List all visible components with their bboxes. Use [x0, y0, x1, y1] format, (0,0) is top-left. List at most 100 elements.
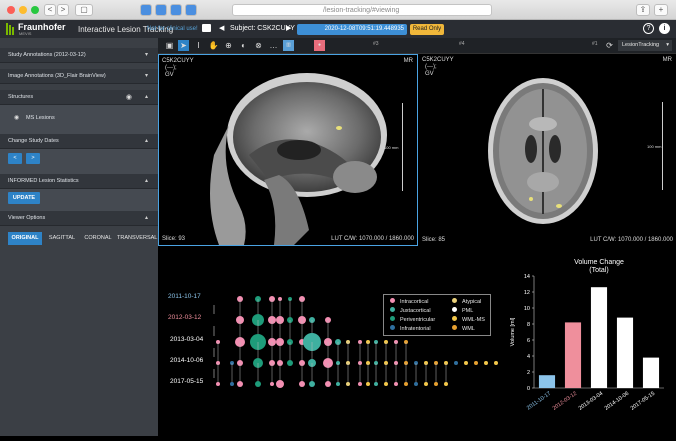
lesion-node[interactable] [474, 361, 478, 365]
lesion-node[interactable] [325, 381, 331, 387]
sidebar-toggle-button[interactable]: ▢ [75, 4, 93, 16]
view-sagittal-button[interactable]: SAGITTAL [45, 232, 79, 245]
section-study-annotations[interactable]: Study Annotations (2012-03-12) ▾ [0, 48, 158, 63]
lesion-node[interactable] [237, 381, 243, 387]
tab-icon-4[interactable] [185, 4, 197, 16]
annotation-icon[interactable]: ● [314, 40, 325, 51]
ms-lesions-item[interactable]: ◉ MS Lesions [0, 111, 158, 125]
share-button[interactable]: ⇪ [636, 4, 650, 16]
lesion-node[interactable] [230, 382, 234, 386]
lesion-node[interactable] [394, 382, 398, 386]
lut-label: LUT C/W: 1070.000 / 1860.000 [590, 237, 673, 243]
lesion-node[interactable] [287, 360, 293, 366]
legend-label: Infratentorial [400, 326, 431, 332]
modality-label: MR [662, 57, 672, 63]
legend-item: WML-MS [452, 316, 485, 323]
y-tick-label: 8 [527, 322, 530, 328]
info-icon[interactable]: i [659, 23, 670, 34]
help-icon[interactable]: ? [643, 23, 654, 34]
chart-subtitle: (Total) [589, 267, 608, 274]
legend-item: Juxtacortical [390, 307, 431, 314]
pointer-icon[interactable]: ➤ [178, 40, 189, 51]
update-button[interactable]: UPDATE [8, 192, 40, 204]
viewport-sagittal[interactable]: C5K2CUYY (---); GV MR 100 mm Slice: 93 L… [158, 54, 418, 246]
legend-label: WML [462, 326, 475, 332]
lesion-node[interactable] [454, 361, 458, 365]
legend-label: WML-MS [462, 317, 485, 323]
lesion-node[interactable] [358, 382, 362, 386]
section-change-study-dates[interactable]: Change Study Dates ▴ [0, 134, 158, 149]
refresh-icon[interactable]: ⟳ [604, 40, 615, 51]
back-button[interactable]: < [44, 4, 56, 16]
next-date-button[interactable]: > [26, 153, 40, 164]
forward-button[interactable]: > [57, 4, 69, 16]
lesion-node[interactable] [255, 381, 261, 387]
chevron-down-icon: ▾ [666, 42, 669, 48]
layout-icon[interactable]: ▥ [283, 40, 294, 51]
section-viewer-options[interactable]: Viewer Options ▴ [0, 211, 158, 226]
prev-subject-icon[interactable]: ◀ [219, 24, 224, 32]
lesion-node[interactable] [414, 382, 418, 386]
view-original-button[interactable]: ORIGINAL [8, 232, 42, 245]
zoom-window-button[interactable] [31, 6, 39, 14]
browser-toolbar: < > ▢ /lesion-tracking/#viewing ⇪ + [0, 0, 676, 20]
lesion-node[interactable] [336, 382, 340, 386]
section-lesion-statistics[interactable]: INFORMED Lesion Statistics ▴ [0, 174, 158, 189]
lesion-node[interactable] [484, 361, 488, 365]
visibility-eye-icon[interactable]: ◉ [14, 111, 19, 125]
section-label: Structures [8, 94, 34, 100]
lesion-node[interactable] [404, 382, 408, 386]
previous-date-button[interactable]: < [8, 153, 22, 164]
lesion-node[interactable] [424, 382, 428, 386]
section-structures[interactable]: Structures ▴ ◉ [0, 90, 158, 105]
lesion-node[interactable] [444, 382, 448, 386]
legend-swatch [452, 316, 457, 321]
lesion-node[interactable] [494, 361, 498, 365]
x-tick-label: 2012-03-12 [552, 391, 578, 412]
y-tick-label: 2 [527, 370, 530, 376]
text-cursor-icon[interactable]: I [193, 40, 204, 51]
contrast-icon[interactable]: ◐ [238, 40, 249, 51]
chevron-up-icon: ▴ [144, 94, 148, 100]
bar [564, 322, 582, 388]
eye-icon[interactable]: ◉ [126, 90, 132, 105]
lesion-node[interactable] [216, 382, 220, 386]
tab-icon-1[interactable] [140, 4, 152, 16]
lesion-node[interactable] [309, 381, 315, 387]
minimize-window-button[interactable] [19, 6, 27, 14]
lesion-node[interactable] [366, 382, 370, 386]
change-dates-panel [0, 149, 158, 174]
session-timestamp: 2020-12-08T09:51:19.448935 [297, 24, 407, 35]
timeline-date-3: 2013-03-04 [170, 336, 204, 343]
tab-icon-3[interactable] [170, 4, 182, 16]
lesion-node[interactable] [276, 380, 284, 388]
section-image-annotations[interactable]: Image Annotations (3D_Flair BrainView) ▾ [0, 69, 158, 84]
legend-label: Intracortical [400, 299, 429, 305]
crosshair-icon[interactable]: ⊗ [253, 40, 264, 51]
lesion-node[interactable] [374, 382, 378, 386]
y-tick-label: 6 [527, 338, 530, 344]
close-window-button[interactable] [7, 6, 15, 14]
lesion-node[interactable] [384, 382, 388, 386]
view-coronal-button[interactable]: CORONAL [82, 232, 114, 245]
scale-label: 100 mm [384, 145, 399, 150]
tab-icon-2[interactable] [155, 4, 167, 16]
y-axis-label: Volume [ml] [510, 317, 516, 346]
patient-id: C5K2CUYY [162, 58, 194, 64]
lesion-node[interactable] [299, 381, 305, 387]
lesion-node[interactable] [434, 382, 438, 386]
view-transversal-button[interactable]: TRANSVERSAL [117, 232, 157, 245]
more-tools-icon[interactable]: … [268, 40, 279, 51]
zoom-icon[interactable]: ⊕ [223, 40, 234, 51]
new-tab-button[interactable]: + [654, 4, 668, 16]
next-subject-icon[interactable]: ▶ [286, 24, 291, 32]
lesion-node[interactable] [464, 361, 468, 365]
save-icon[interactable]: ▣ [164, 40, 175, 51]
lesion-node[interactable] [270, 382, 274, 386]
mode-select[interactable]: LesionTracking ▾ [618, 40, 672, 51]
legend-swatch [390, 307, 395, 312]
viewport-axial[interactable]: C5K2CUYY (---); GV MR 100 mm Slice: 85 L… [419, 54, 676, 246]
pan-hand-icon[interactable]: ✋ [208, 40, 219, 51]
lesion-node[interactable] [346, 382, 350, 386]
address-bar[interactable]: /lesion-tracking/#viewing [232, 4, 492, 16]
